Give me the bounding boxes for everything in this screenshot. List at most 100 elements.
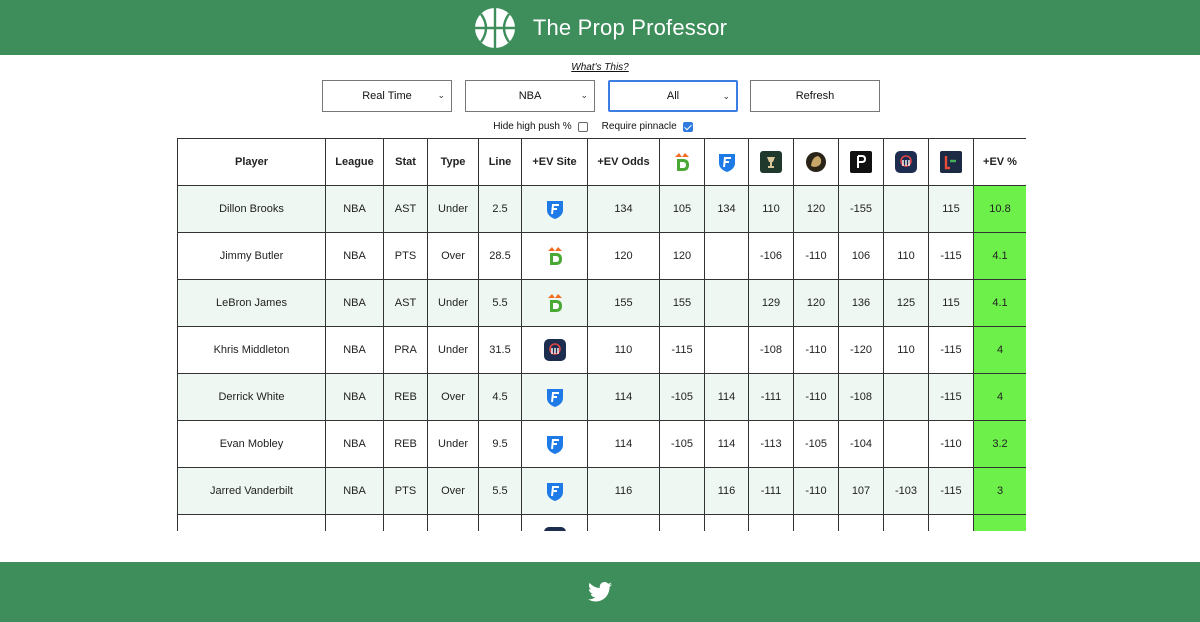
site-footer (0, 562, 1200, 622)
player-cell: Evan Mobley (177, 420, 326, 468)
league-cell: NBA (325, 373, 384, 421)
mode-select[interactable]: Real Time ⌄ (322, 80, 452, 112)
book-odds-cell: -106 (748, 232, 794, 280)
table-row[interactable]: Evan Mobley NBA REB Under 9.5 114 -105 114 -113-… (177, 420, 1026, 468)
book-odds-cell: 136 (838, 279, 884, 327)
book-odds-cell (704, 279, 749, 327)
bet365-icon (940, 151, 962, 173)
header-book-4[interactable] (838, 138, 884, 186)
book-odds-cell (883, 514, 929, 531)
book-odds-cell: 116 (704, 467, 749, 515)
header-type[interactable]: Type (427, 138, 479, 186)
book-odds-cell: -110 (793, 326, 839, 374)
table-row[interactable]: LeBron James NBA AST Under 5.5 155 155 129 120 13… (177, 279, 1026, 327)
fanduel-icon (716, 154, 738, 172)
header-player[interactable]: Player (177, 138, 326, 186)
book-odds-cell: 110 (883, 326, 929, 374)
stat-cell: AST (383, 185, 428, 233)
ev-odds-cell: 120 (587, 232, 660, 280)
refresh-button-label: Refresh (795, 90, 835, 102)
twitter-icon[interactable] (588, 582, 612, 602)
book-odds-cell (883, 420, 929, 468)
props-table-container[interactable]: Player League Stat Type Line +EV Site +EV Odds… (177, 138, 1026, 531)
player-cell: LeBron James (177, 279, 326, 327)
ev-site-cell (521, 326, 588, 374)
header-line[interactable]: Line (478, 138, 522, 186)
ev-percent-cell (973, 514, 1026, 531)
chevron-down-icon: ⌄ (722, 91, 730, 101)
chevron-down-icon: ⌄ (580, 90, 588, 100)
league-select[interactable]: NBA ⌄ (465, 80, 595, 112)
ev-site-cell (521, 514, 588, 531)
draftkings-icon (544, 294, 566, 312)
type-cell: Over (427, 373, 479, 421)
book-odds-cell: -105 (659, 420, 705, 468)
player-cell: Derrick White (177, 373, 326, 421)
book-odds-cell (793, 514, 839, 531)
line-cell (478, 514, 522, 531)
player-cell (177, 514, 326, 531)
header-book-0[interactable] (659, 138, 705, 186)
stat-cell: REB (383, 420, 428, 468)
header-stat[interactable]: Stat (383, 138, 428, 186)
whats-this-link[interactable]: What's This? (0, 62, 1200, 73)
stat-cell: AST (383, 279, 428, 327)
book-select[interactable]: All ⌄ (608, 80, 738, 112)
header-ev-odds[interactable]: +EV Odds (587, 138, 660, 186)
header-book-5[interactable] (883, 138, 929, 186)
header-book-3[interactable] (793, 138, 839, 186)
ev-odds-cell: 155 (587, 279, 660, 327)
header-book-6[interactable] (928, 138, 974, 186)
header-book-1[interactable] (704, 138, 749, 186)
table-header-row: Player League Stat Type Line +EV Site +EV Odds… (177, 138, 1026, 186)
league-cell: NBA (325, 467, 384, 515)
ev-odds-cell: 114 (587, 420, 660, 468)
stat-cell: PRA (383, 326, 428, 374)
league-select-value: NBA (518, 90, 542, 102)
book-odds-cell (704, 514, 749, 531)
book-odds-cell: 114 (704, 373, 749, 421)
require-pinnacle-label: Require pinnacle (601, 121, 677, 132)
header-league[interactable]: League (325, 138, 384, 186)
header-book-2[interactable] (748, 138, 794, 186)
require-pinnacle-checkbox[interactable] (682, 121, 693, 132)
table-body: Dillon Brooks NBA AST Under 2.5 134 105 134 110 1… (177, 185, 1026, 531)
stat-cell: REB (383, 373, 428, 421)
ev-percent-cell: 3 (973, 467, 1026, 515)
type-cell: Under (427, 185, 479, 233)
book-odds-cell: 120 (793, 279, 839, 327)
book-odds-cell (704, 232, 749, 280)
fanduel-icon (544, 483, 566, 501)
league-cell (325, 514, 384, 531)
ev-site-cell (521, 279, 588, 327)
league-cell: NBA (325, 420, 384, 468)
site-header: The Prop Professor (0, 0, 1200, 55)
ev-percent-cell: 4.1 (973, 232, 1026, 280)
header-ev-percent[interactable]: +EV % (973, 138, 1026, 186)
table-row[interactable]: Jarred Vanderbilt NBA PTS Over 5.5 116 116 -111… (177, 467, 1026, 515)
book-odds-cell: 120 (659, 232, 705, 280)
barstool-icon (543, 339, 566, 361)
hide-high-push-checkbox[interactable] (577, 121, 588, 132)
book-odds-cell: -110 (793, 232, 839, 280)
book-odds-cell: -113 (748, 420, 794, 468)
table-row[interactable]: Jimmy Butler NBA PTS Over 28.5 120 120 -106 -110… (177, 232, 1026, 280)
header-ev-site[interactable]: +EV Site (521, 138, 588, 186)
chevron-down-icon: ⌄ (437, 90, 445, 100)
book-odds-cell: -115 (928, 232, 974, 280)
draftkings-icon (671, 153, 693, 171)
book-odds-cell: -104 (838, 420, 884, 468)
refresh-button[interactable]: Refresh (750, 80, 880, 112)
book-odds-cell: 105 (659, 185, 705, 233)
table-row[interactable]: Derrick White NBA REB Over 4.5 114 -105 114 -111… (177, 373, 1026, 421)
table-row[interactable]: Khris Middleton NBA PRA Under 31.5 110 -115 -10… (177, 326, 1026, 374)
book-odds-cell: 129 (748, 279, 794, 327)
table-row[interactable]: Dillon Brooks NBA AST Under 2.5 134 105 134 110 1… (177, 185, 1026, 233)
book-odds-cell (704, 326, 749, 374)
league-cell: NBA (325, 185, 384, 233)
table-row[interactable] (177, 514, 1026, 531)
book-odds-cell (838, 514, 884, 531)
mode-select-value: Real Time (362, 90, 412, 102)
filter-controls: Real Time ⌄ NBA ⌄ All ⌄ Refresh (322, 80, 882, 114)
book-odds-cell: 120 (793, 185, 839, 233)
